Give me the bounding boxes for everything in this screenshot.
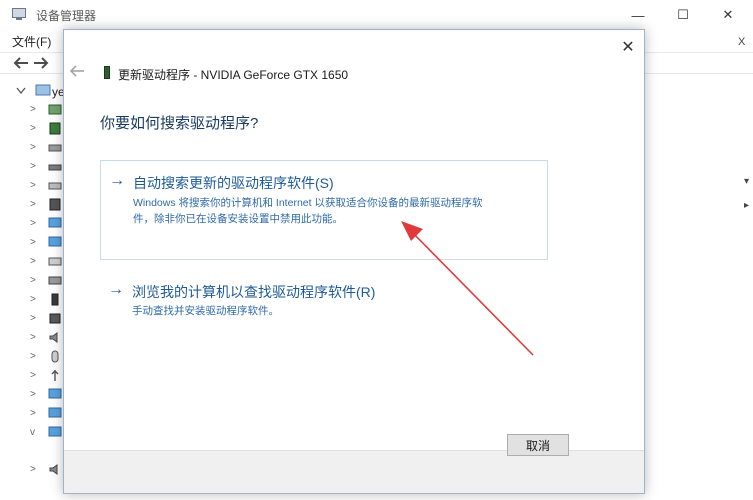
auto-search-description-line1: Windows 将搜索你的计算机和 Internet 以获取适合你设备的最新驱动… xyxy=(133,197,483,209)
drive-icon xyxy=(48,144,62,152)
cancel-button[interactable]: 取消 xyxy=(507,434,569,456)
arrow-right-icon: → xyxy=(108,281,124,298)
speaker-icon xyxy=(49,332,58,343)
monitor-icon xyxy=(48,217,62,228)
back-arrow-icon[interactable] xyxy=(69,64,85,78)
monitor-icon xyxy=(48,388,62,399)
close-window-button[interactable]: ✕ xyxy=(705,0,751,30)
window-title: 设备管理器 xyxy=(36,9,97,23)
chevron-right-icon: > xyxy=(30,142,36,153)
speaker-icon xyxy=(49,464,58,475)
chevron-right-icon: > xyxy=(30,370,36,381)
chevron-right-icon: > xyxy=(30,161,36,172)
right-edge-close-glyph: X xyxy=(738,36,746,48)
auto-search-description-line2: 件，除非你已在设备安装设置中禁用此功能。 xyxy=(133,213,343,225)
firmware-icon xyxy=(49,198,61,211)
minimize-icon: — xyxy=(631,7,645,23)
chevron-right-icon: > xyxy=(30,275,36,286)
battery-icon xyxy=(51,293,59,306)
device-manager-icon xyxy=(12,8,26,20)
forward-arrow-icon[interactable] xyxy=(32,55,50,71)
chevron-right-icon: > xyxy=(30,104,36,115)
printer-icon xyxy=(48,182,62,190)
right-edge-chevron-down-icon: ▾ xyxy=(744,176,750,187)
arrow-right-icon: → xyxy=(109,172,125,189)
chevron-right-icon: > xyxy=(30,351,36,362)
dialog-header: 更新驱动程序 - NVIDIA GeForce GTX 1650 xyxy=(118,68,349,82)
chevron-right-icon: > xyxy=(30,332,36,343)
chevron-down-icon: v xyxy=(30,427,35,438)
dialog-close-button[interactable]: ✕ xyxy=(616,36,640,58)
dialog-footer xyxy=(64,450,644,493)
device-icon xyxy=(48,104,62,115)
chevron-right-icon: > xyxy=(30,389,36,400)
browse-computer-title: 浏览我的计算机以查找驱动程序软件(R) xyxy=(132,284,376,300)
right-edge-chevron-right-icon: ▸ xyxy=(744,200,750,211)
chevron-right-icon: > xyxy=(30,237,36,248)
disk-icon xyxy=(48,164,62,171)
monitor-icon xyxy=(48,236,62,247)
maximize-button[interactable]: ☐ xyxy=(660,0,706,30)
dialog-question: 你要如何搜索驱动程序? xyxy=(100,115,259,132)
mouse-icon xyxy=(51,350,59,363)
update-driver-dialog: ✕ 更新驱动程序 - NVIDIA GeForce GTX 1650 你要如何搜… xyxy=(63,29,645,494)
annotation-arrow-icon xyxy=(401,221,534,356)
chevron-right-icon: > xyxy=(30,123,36,134)
chevron-right-icon: > xyxy=(30,199,36,210)
network-icon xyxy=(49,313,61,324)
keyboard-icon xyxy=(48,257,62,266)
back-arrow-icon[interactable] xyxy=(12,55,30,71)
minimize-button[interactable]: — xyxy=(615,0,661,30)
graphics-card-icon xyxy=(104,66,110,79)
hid-icon xyxy=(48,276,62,285)
chip-icon xyxy=(49,122,61,135)
auto-search-title: 自动搜索更新的驱动程序软件(S) xyxy=(133,175,334,191)
chevron-right-icon: > xyxy=(30,408,36,419)
close-icon: ✕ xyxy=(722,7,734,22)
close-icon: ✕ xyxy=(621,39,635,56)
chevron-right-icon: > xyxy=(30,180,36,191)
chevron-right-icon: > xyxy=(30,218,36,229)
browse-computer-description: 手动查找并安装驱动程序软件。 xyxy=(132,305,279,317)
menu-file[interactable]: 文件(F) xyxy=(12,33,51,50)
monitor-icon xyxy=(48,426,62,437)
chevron-right-icon: > xyxy=(30,313,36,324)
chevron-right-icon: > xyxy=(30,464,36,475)
monitor-icon xyxy=(48,407,62,418)
maximize-icon: ☐ xyxy=(677,7,689,22)
chevron-right-icon: > xyxy=(30,294,36,305)
usb-icon xyxy=(51,370,59,381)
chevron-right-icon: > xyxy=(30,256,36,267)
